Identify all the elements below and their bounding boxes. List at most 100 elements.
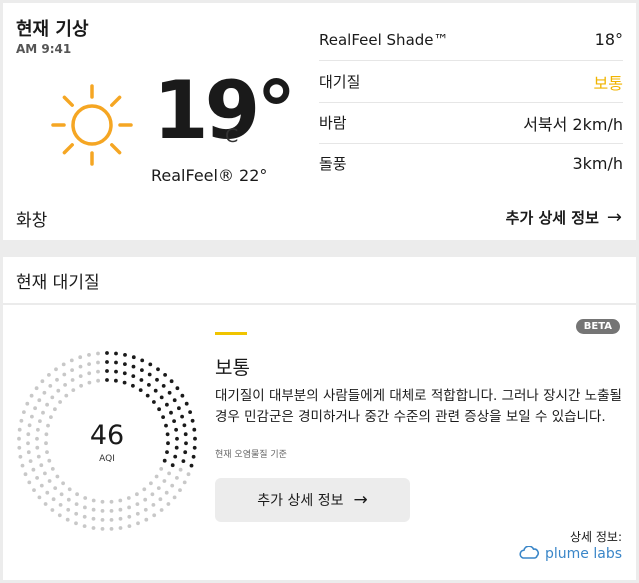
aqi-dial-dot (144, 517, 149, 522)
aqi-dial-dot (41, 410, 45, 415)
aqi-dial-dot (50, 467, 55, 471)
aqi-dial-dot (32, 488, 36, 492)
aqi-dial-dot (42, 390, 47, 395)
aqi-dial-dot (100, 518, 105, 522)
aqi-dial-dot (54, 367, 58, 372)
aqi-dial-dot (22, 410, 26, 414)
aqi-dial-dot (177, 406, 181, 411)
aqi-dial-dot (131, 383, 135, 388)
air-quality-state: 보통 (215, 357, 250, 379)
aqi-dial-dot (53, 486, 58, 490)
aqi-dial-dot (91, 498, 96, 503)
aqi-dial-dot (87, 353, 91, 357)
aqi-dial-dot (96, 351, 100, 356)
aqi-dial-dot (70, 368, 74, 372)
aqi-dial-dot (135, 492, 139, 497)
aqi-dial-dot (56, 388, 61, 393)
aqi-dial-dot (53, 407, 57, 412)
aqi-dial-dot (138, 388, 143, 392)
aqi-dial-dot (150, 492, 155, 497)
aqi-dial-dot (139, 378, 144, 382)
aqi-dial-dot (49, 415, 53, 419)
aqi-dial-dot (35, 476, 39, 480)
aqi-dial-dot (167, 390, 172, 395)
aqi-dial-dot (184, 401, 189, 406)
air-quality-card: 현재 대기질 46 AQI BETA 보통 대기질이 대부분의 사람들에게 대체… (3, 257, 636, 580)
aqi-dial-dot (109, 527, 114, 531)
metric-value: 보통 (593, 73, 623, 93)
aqi-dial-dot (123, 353, 127, 357)
aqi-dial-dot (82, 524, 87, 528)
temperature-unit: C (225, 125, 239, 147)
aqi-dial-dot (59, 492, 64, 497)
aqi-dial-dot (105, 351, 109, 355)
aqi-dial-dot (39, 483, 44, 488)
air-quality-more-button[interactable]: 추가 상세 정보 → (215, 478, 410, 522)
aqi-dial-dot (105, 369, 109, 373)
air-quality-color-bar (215, 332, 247, 335)
aqi-dial-dot (37, 398, 42, 403)
aqi-dial-dot (118, 516, 123, 521)
plume-labs-link[interactable]: plume labs (519, 546, 622, 562)
aqi-dial-dot (23, 472, 28, 477)
aqi-dial-dot (33, 406, 37, 411)
aqi-dial-dot (45, 402, 49, 407)
aqi-dial-dot (156, 486, 161, 490)
metric-value: 3km/h (572, 154, 623, 173)
aqi-dial-dot (114, 369, 118, 374)
aqi-dial-dot (91, 516, 96, 521)
aqi-dial-dot (66, 507, 71, 512)
aqi-dial-dot (67, 487, 72, 492)
aqi-dial-dot (155, 377, 159, 382)
aqi-dial-dot (63, 383, 67, 387)
aqi-dial-dot (165, 402, 169, 407)
aqi-dial-dot (188, 410, 193, 414)
aqi-dial-dot (122, 371, 127, 376)
aqi-dial-dot (83, 496, 88, 500)
aqi-dial-dot (142, 487, 147, 492)
aqi-dial-dot (114, 378, 118, 383)
air-quality-title: 현재 대기질 (16, 273, 100, 293)
aqi-dial-dot (131, 355, 136, 360)
air-quality-more-label: 추가 상세 정보 (257, 493, 344, 509)
aqi-dial-dot (161, 384, 166, 388)
aqi-dial-dot (61, 362, 66, 367)
aqi-dial-dot (57, 513, 62, 518)
aqi-dial-dot (158, 497, 163, 502)
aqi-dial-dot (147, 383, 151, 387)
aqi-dial-dot (71, 388, 76, 392)
aqi-dial-dot (131, 374, 136, 378)
observation-time: AM 9:41 (16, 42, 72, 56)
aqi-dial-dot (100, 509, 105, 513)
more-details-label: 추가 상세 정보 (505, 209, 599, 227)
air-quality-header: 현재 대기질 (3, 257, 636, 305)
aqi-dial-dot (114, 351, 118, 356)
temperature-value: 19° (153, 64, 296, 157)
aqi-value: 46 (89, 420, 125, 451)
aqi-dial-dot (87, 371, 92, 376)
aqi-dial-dot (29, 393, 34, 398)
aqi-dial-dot (148, 362, 153, 367)
aqi-dial-dot (118, 526, 123, 530)
aqi-dial-dot (159, 395, 164, 400)
aqi-dial-dot (45, 490, 50, 495)
aqi-dial-dot (162, 479, 167, 483)
aqi-dial-dot (122, 380, 127, 385)
aqi-dial-dot (109, 518, 114, 522)
aqi-dial-dot (118, 498, 123, 503)
aqi-dial-dot (96, 378, 100, 383)
metric-air-quality: 대기질 보통 (319, 61, 623, 103)
aqi-dial-dot (161, 415, 166, 419)
more-details-link[interactable]: 추가 상세 정보 → (506, 207, 622, 228)
aqi-dial-dot (55, 474, 60, 479)
aqi-dial-dot (175, 476, 179, 480)
aqi-dial-dot (75, 492, 79, 497)
aqi-dial-dot (87, 380, 92, 385)
aqi-dial-dot (74, 502, 79, 506)
aqi-dial-dot (91, 507, 96, 512)
aqi-dial-dot (127, 505, 131, 510)
aqi-dial-dot (70, 378, 75, 382)
aqi-dial-dot (135, 502, 140, 506)
aqi-dial-dot (164, 490, 169, 495)
aqi-dial-dot (157, 407, 162, 412)
